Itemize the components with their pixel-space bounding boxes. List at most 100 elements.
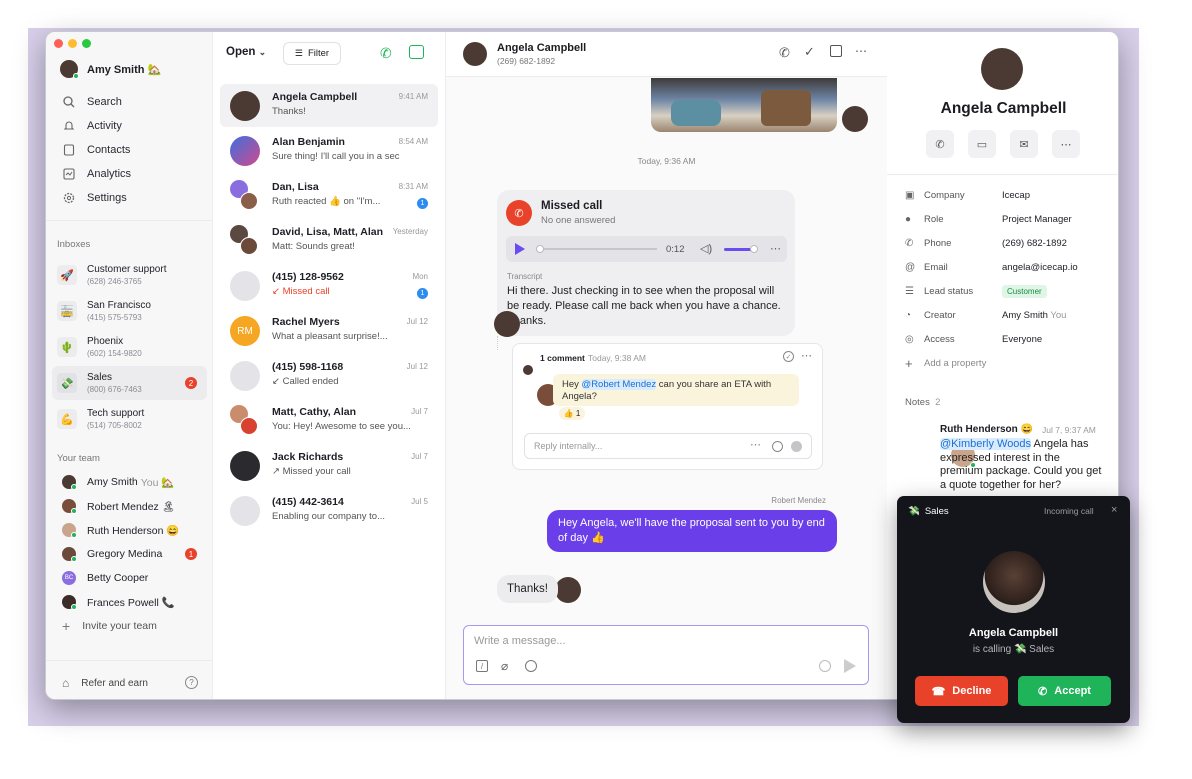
nav-settings[interactable]: Settings xyxy=(46,187,213,209)
accept-button[interactable]: ✆ Accept xyxy=(1018,676,1111,706)
conversation-name: Matt, Cathy, Alan xyxy=(272,406,357,418)
field-role[interactable]: ● Role Project Manager xyxy=(887,209,1118,229)
phone-icon[interactable]: ✆ xyxy=(779,45,790,61)
call-inbox: 💸 Sales xyxy=(908,506,949,517)
message-button[interactable]: ▭ xyxy=(968,130,996,158)
lead-status-badge: Customer xyxy=(1002,284,1047,298)
filter-button[interactable]: ☰ Filter xyxy=(283,42,341,65)
open-dropdown[interactable]: Open ⌄ xyxy=(226,46,266,58)
conversation-item[interactable]: Matt, Cathy, Alan You: Hey! Awesome to se… xyxy=(220,399,438,442)
nav-activity[interactable]: Activity xyxy=(46,115,213,137)
send-icon[interactable] xyxy=(791,441,802,452)
more-icon[interactable]: ⋯ xyxy=(801,349,812,362)
nav-label: Search xyxy=(87,96,122,108)
send-icon[interactable] xyxy=(844,659,856,673)
reply-input[interactable]: Reply internally... ⋯ xyxy=(524,433,812,459)
inbox-customer-support[interactable]: 🚀 Customer support (628) 246-3765 xyxy=(52,258,207,292)
nav-search[interactable]: Search xyxy=(46,91,213,113)
message-composer[interactable]: Write a message... / ⌀ xyxy=(463,625,869,685)
conversation-preview: Matt: Sounds great! xyxy=(272,241,355,252)
conversation-item[interactable]: Angela Campbell Thanks! 9:41 AM xyxy=(220,84,438,127)
more-icon[interactable]: ⋯ xyxy=(750,438,761,451)
field-email[interactable]: @ Email angela@icecap.io xyxy=(887,257,1118,277)
field-company[interactable]: ▣ Company Icecap xyxy=(887,185,1118,205)
phone-icon[interactable]: ✆ xyxy=(380,45,392,62)
audio-scrubber[interactable] xyxy=(536,245,657,253)
invite-team-button[interactable]: + Invite your team xyxy=(46,615,213,637)
field-creator[interactable]: ◔ Creator Amy Smith You xyxy=(887,305,1118,325)
team-heading: Your team xyxy=(57,453,100,464)
help-icon[interactable]: ? xyxy=(185,676,198,689)
gear-icon xyxy=(62,191,76,205)
inbox-phoenix[interactable]: 🌵 Phoenix (602) 154-9820 xyxy=(52,330,207,364)
share-icon[interactable] xyxy=(830,45,842,57)
phone-icon: ✆ xyxy=(905,237,914,249)
conversation-item[interactable]: Dan, Lisa Ruth reacted 👍 on "I'm... 8:31 A… xyxy=(220,174,438,217)
team-member[interactable]: Gregory Medina 1 xyxy=(46,543,213,565)
conversation-item[interactable]: Jack Richards ↗ Missed your call Jul 7 xyxy=(220,444,438,487)
user-profile[interactable]: Amy Smith 🏡 xyxy=(60,60,161,79)
avatar xyxy=(463,42,487,66)
field-lead-status[interactable]: ☰ Lead status Customer xyxy=(887,281,1118,301)
missed-call-icon: ✆ xyxy=(506,200,532,226)
team-member[interactable]: Ruth Henderson 😄 xyxy=(46,519,213,541)
more-button[interactable]: ⋯ xyxy=(1052,130,1080,158)
field-access[interactable]: ◎ Access Everyone xyxy=(887,329,1118,349)
snippet-icon[interactable]: / xyxy=(476,660,488,672)
divider xyxy=(46,660,213,661)
inbox-sales[interactable]: 💸 Sales (800) 676-7463 2 xyxy=(52,366,207,400)
conversation-item[interactable]: Alan Benjamin Sure thing! I'll call you i… xyxy=(220,129,438,172)
field-key: Role xyxy=(924,213,944,225)
maximize-window-button[interactable] xyxy=(82,39,91,48)
unread-badge: 2 xyxy=(185,377,197,389)
resolve-icon[interactable]: ✓ xyxy=(783,351,794,362)
close-icon[interactable]: × xyxy=(1111,504,1117,516)
nav-analytics[interactable]: Analytics xyxy=(46,163,213,185)
avatar xyxy=(240,192,258,210)
volume-slider[interactable] xyxy=(724,245,758,253)
play-icon[interactable] xyxy=(515,243,525,255)
conversation-item[interactable]: (415) 442-3614 Enabling our company to...… xyxy=(220,489,438,532)
close-window-button[interactable] xyxy=(54,39,63,48)
add-property-button[interactable]: + Add a property xyxy=(887,353,1118,373)
more-icon[interactable]: ⋯ xyxy=(855,44,867,58)
conversation-item[interactable]: (415) 128-9562 ↙ Missed call Mon 1 xyxy=(220,264,438,307)
conversation-preview: Thanks! xyxy=(272,106,306,117)
field-phone[interactable]: ✆ Phone (269) 682-1892 xyxy=(887,233,1118,253)
schedule-icon[interactable] xyxy=(819,660,831,672)
team-member[interactable]: Robert Mendez 🏝 xyxy=(46,495,213,517)
volume-icon[interactable]: ◁) xyxy=(700,242,712,255)
conversation-name: (415) 442-3614 xyxy=(272,496,344,508)
decline-button[interactable]: ☎ Decline xyxy=(915,676,1008,706)
shared-photo[interactable] xyxy=(651,78,837,132)
mention-chip[interactable]: @Kimberly Woods xyxy=(940,438,1032,450)
conversation-item[interactable]: David, Lisa, Matt, Alan Matt: Sounds grea… xyxy=(220,219,438,262)
cactus-icon: 🌵 xyxy=(57,337,77,357)
call-button[interactable]: ✆ xyxy=(926,130,954,158)
inbox-san-francisco[interactable]: 🚋 San Francisco (415) 575-5793 xyxy=(52,294,207,328)
avatar xyxy=(230,136,260,166)
minimize-window-button[interactable] xyxy=(68,39,77,48)
inbox-phone: (800) 676-7463 xyxy=(87,385,142,394)
mention-chip[interactable]: @Robert Mendez xyxy=(581,379,657,390)
team-member[interactable]: Amy Smith You 🏡 xyxy=(46,471,213,493)
nav-contacts[interactable]: Contacts xyxy=(46,139,213,161)
emoji-icon[interactable] xyxy=(525,660,537,672)
reaction-chip[interactable]: 👍 1 xyxy=(559,407,585,420)
field-value: Icecap xyxy=(1002,189,1030,201)
inbox-tech-support[interactable]: 💪 Tech support (514) 705-8002 xyxy=(52,402,207,436)
date-separator: Today, 9:36 AM xyxy=(637,156,696,166)
check-icon[interactable]: ✓ xyxy=(804,44,815,60)
conversation-item[interactable]: RM Rachel Myers What a pleasant surprise!.… xyxy=(220,309,438,352)
invite-label: Invite your team xyxy=(82,620,157,632)
field-suffix: You xyxy=(1050,309,1067,321)
team-member[interactable]: Frances Powell 📞 xyxy=(46,591,213,613)
conversation-item[interactable]: (415) 598-1168 ↙ Called ended Jul 12 xyxy=(220,354,438,397)
attachment-icon[interactable]: ⌀ xyxy=(501,659,508,673)
team-member[interactable]: BC Betty Cooper xyxy=(46,567,213,589)
more-icon[interactable]: ⋯ xyxy=(770,242,781,255)
message-icon[interactable] xyxy=(409,45,424,59)
emoji-icon[interactable] xyxy=(772,441,783,452)
inbox-phone: (514) 705-8002 xyxy=(87,421,142,430)
email-button[interactable]: ✉ xyxy=(1010,130,1038,158)
